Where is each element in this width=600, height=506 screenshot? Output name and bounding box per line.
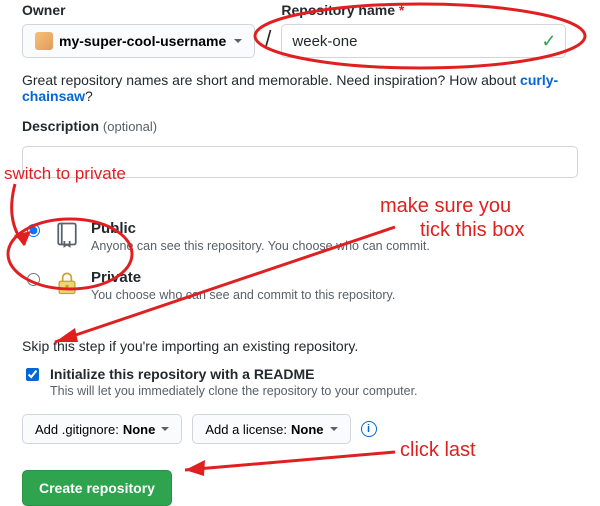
- init-readme-desc: This will let you immediately clone the …: [50, 384, 418, 398]
- name-hint: Great repository names are short and mem…: [22, 72, 578, 104]
- chevron-down-icon: [161, 427, 169, 431]
- visibility-private-option[interactable]: Private You choose who can see and commi…: [22, 263, 578, 312]
- public-desc: Anyone can see this repository. You choo…: [91, 239, 430, 253]
- owner-username: my-super-cool-username: [59, 33, 226, 49]
- repo-name-input[interactable]: [281, 24, 566, 58]
- private-radio[interactable]: [27, 273, 40, 286]
- gitignore-dropdown[interactable]: Add .gitignore: None: [22, 414, 182, 444]
- description-label: Description (optional): [22, 118, 578, 134]
- chevron-down-icon: [330, 427, 338, 431]
- skip-step-text: Skip this step if you're importing an ex…: [22, 338, 578, 354]
- slash-separator: /: [263, 22, 273, 56]
- description-input[interactable]: [22, 146, 578, 178]
- create-repository-button[interactable]: Create repository: [22, 470, 172, 506]
- avatar: [35, 32, 53, 50]
- check-icon: ✓: [541, 31, 556, 52]
- init-readme-checkbox[interactable]: [26, 368, 39, 381]
- public-radio[interactable]: [27, 224, 40, 237]
- repo-icon: [53, 220, 81, 248]
- required-star: *: [399, 2, 404, 18]
- owner-dropdown[interactable]: my-super-cool-username: [22, 24, 255, 58]
- private-desc: You choose who can see and commit to thi…: [91, 288, 395, 302]
- chevron-down-icon: [234, 39, 242, 43]
- public-title: Public: [91, 220, 136, 237]
- visibility-public-option[interactable]: Public Anyone can see this repository. Y…: [22, 214, 578, 263]
- repo-name-label: Repository name *: [281, 2, 566, 18]
- init-readme-label: Initialize this repository with a README: [50, 366, 314, 382]
- lock-icon: [53, 269, 81, 297]
- info-icon[interactable]: i: [361, 421, 377, 437]
- license-dropdown[interactable]: Add a license: None: [192, 414, 350, 444]
- private-title: Private: [91, 269, 141, 286]
- owner-label: Owner: [22, 2, 255, 18]
